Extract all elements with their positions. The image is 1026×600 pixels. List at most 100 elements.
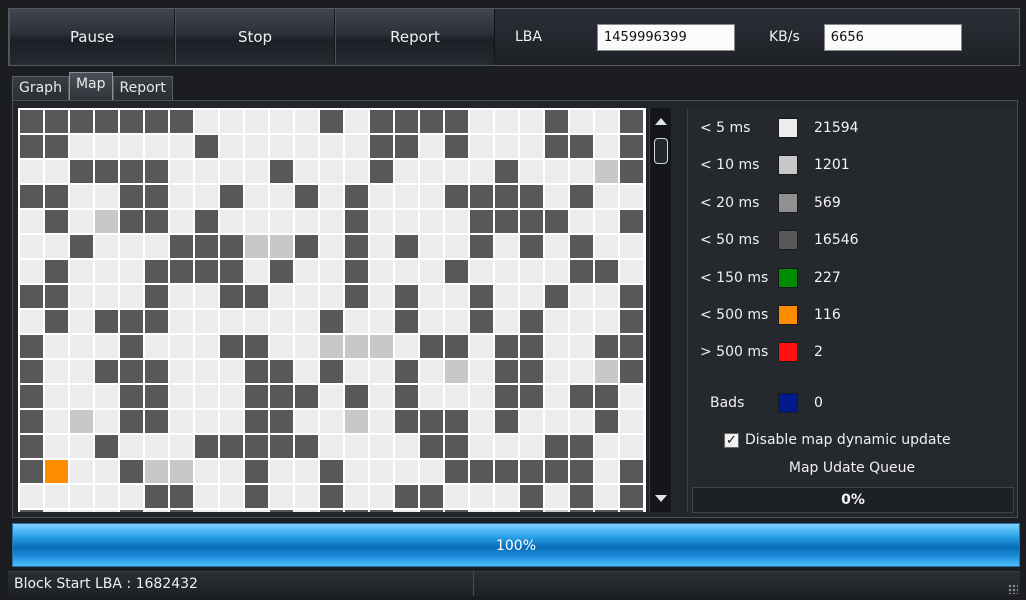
map-block — [420, 385, 443, 408]
map-scrollbar[interactable] — [649, 108, 671, 512]
map-block — [470, 160, 493, 183]
map-block — [145, 235, 168, 258]
pause-button[interactable]: Pause — [9, 9, 175, 65]
bads-label: Bads — [710, 395, 745, 411]
kbs-field[interactable] — [823, 23, 962, 51]
report-button[interactable]: Report — [335, 9, 495, 65]
map-block — [245, 210, 268, 233]
map-block — [470, 385, 493, 408]
map-block — [395, 285, 418, 308]
legend-label: < 150 ms — [700, 270, 769, 286]
map-block — [245, 360, 268, 383]
map-block — [345, 235, 368, 258]
legend-label: < 5 ms — [700, 120, 751, 136]
disable-map-update-label: Disable map dynamic update — [745, 432, 951, 448]
map-block — [70, 435, 93, 458]
map-block — [620, 285, 643, 308]
map-block — [145, 285, 168, 308]
map-block — [370, 410, 393, 433]
map-block — [345, 185, 368, 208]
map-block — [20, 360, 43, 383]
map-block — [220, 135, 243, 158]
map-block — [320, 485, 343, 508]
legend-label: < 20 ms — [700, 195, 760, 211]
map-block — [270, 285, 293, 308]
map-block — [595, 235, 618, 258]
map-block — [495, 435, 518, 458]
map-block — [370, 460, 393, 483]
block-start-lba: Block Start LBA : 1682432 — [8, 572, 474, 596]
map-block — [545, 135, 568, 158]
lba-label: LBA — [515, 29, 542, 45]
map-block — [420, 485, 443, 508]
map-block — [195, 110, 218, 133]
scroll-down-arrow-icon[interactable] — [655, 495, 667, 502]
map-block — [620, 185, 643, 208]
stop-button[interactable]: Stop — [175, 9, 335, 65]
disable-map-update-option[interactable]: ✓ Disable map dynamic update — [724, 432, 951, 448]
tab-map[interactable]: Map — [68, 72, 113, 100]
map-block — [145, 435, 168, 458]
map-block — [245, 410, 268, 433]
map-block — [420, 210, 443, 233]
map-block — [220, 335, 243, 358]
map-block — [270, 510, 293, 512]
tab-graph[interactable]: Graph — [12, 76, 69, 100]
map-block — [470, 110, 493, 133]
tab-report[interactable]: Report — [112, 76, 173, 100]
block-map — [18, 108, 646, 512]
map-block — [570, 235, 593, 258]
map-block — [195, 360, 218, 383]
map-block — [120, 510, 143, 512]
map-block — [45, 310, 68, 333]
map-block — [620, 510, 643, 512]
map-block — [570, 385, 593, 408]
map-block — [420, 135, 443, 158]
map-block — [145, 260, 168, 283]
map-block — [520, 385, 543, 408]
map-block — [220, 310, 243, 333]
map-block — [595, 285, 618, 308]
map-block — [70, 285, 93, 308]
resize-grip-icon[interactable] — [1008, 584, 1018, 594]
map-block — [395, 135, 418, 158]
map-block — [20, 135, 43, 158]
map-block — [195, 160, 218, 183]
map-block — [20, 260, 43, 283]
map-block — [220, 235, 243, 258]
map-block — [120, 135, 143, 158]
map-block — [395, 410, 418, 433]
map-block — [370, 335, 393, 358]
map-block — [120, 310, 143, 333]
map-block — [120, 160, 143, 183]
map-block — [620, 160, 643, 183]
map-block — [570, 185, 593, 208]
map-block — [220, 185, 243, 208]
map-block — [245, 460, 268, 483]
lba-field[interactable] — [597, 23, 735, 51]
map-block — [495, 460, 518, 483]
map-block — [45, 335, 68, 358]
map-block — [270, 210, 293, 233]
scroll-up-arrow-icon[interactable] — [655, 118, 667, 125]
map-block — [20, 410, 43, 433]
legend-row: < 20 ms 569 — [700, 192, 841, 214]
map-block — [320, 160, 343, 183]
disable-map-update-checkbox[interactable]: ✓ — [724, 432, 739, 448]
map-block — [570, 310, 593, 333]
map-block — [245, 160, 268, 183]
map-block — [170, 110, 193, 133]
map-block — [370, 385, 393, 408]
legend-swatch — [778, 305, 798, 325]
map-block — [595, 210, 618, 233]
bads-swatch — [778, 393, 798, 413]
map-block — [445, 160, 468, 183]
map-block — [620, 110, 643, 133]
map-block — [120, 110, 143, 133]
map-block — [320, 135, 343, 158]
map-block — [170, 310, 193, 333]
map-block — [95, 435, 118, 458]
map-block — [145, 460, 168, 483]
map-block — [595, 435, 618, 458]
scroll-thumb[interactable] — [654, 138, 668, 164]
